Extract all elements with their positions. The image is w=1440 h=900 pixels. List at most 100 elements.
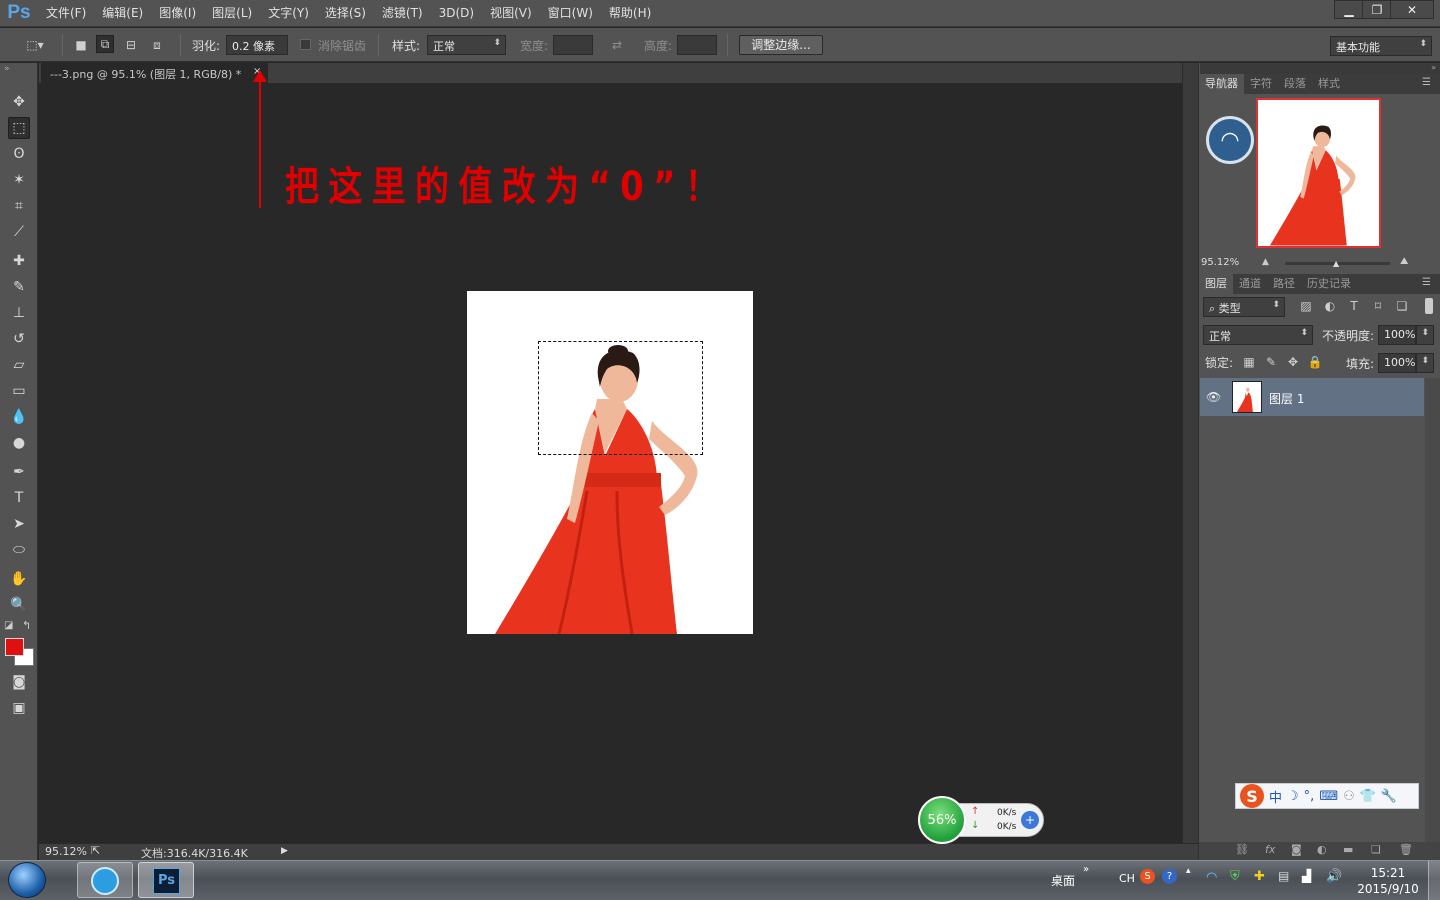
tray-expand-icon[interactable]: ▴: [1186, 866, 1191, 876]
visibility-eye-icon[interactable]: 👁: [1206, 390, 1221, 404]
ellipse-tool-icon[interactable]: ⬭: [8, 539, 30, 561]
foreground-color-swatch[interactable]: [5, 638, 24, 656]
new-group-icon[interactable]: ▬: [1343, 843, 1353, 856]
volume-icon[interactable]: 🔊: [1326, 869, 1342, 884]
menu-filter[interactable]: 滤镜(T): [374, 0, 431, 27]
filter-toggle[interactable]: [1425, 298, 1433, 314]
style-select[interactable]: 正常: [427, 35, 506, 55]
eraser-tool-icon[interactable]: ▱: [8, 354, 30, 376]
marquee-preset-icon[interactable]: ⬚▾: [22, 36, 48, 54]
menu-view[interactable]: 视图(V): [482, 0, 540, 27]
tray-app-icon[interactable]: ✚: [1254, 869, 1265, 884]
refine-edge-button[interactable]: 调整边缘...: [739, 35, 823, 55]
desktop-toolbar-label[interactable]: 桌面: [1051, 872, 1075, 889]
help-tray-icon[interactable]: ?: [1162, 869, 1177, 884]
taskbar-app-browser[interactable]: [77, 862, 133, 898]
filter-adjustment-icon[interactable]: ◐: [1321, 297, 1339, 315]
pen-tool-icon[interactable]: ✒: [8, 461, 30, 483]
fill-input[interactable]: 100%: [1378, 353, 1416, 373]
keyboard-icon[interactable]: ⌨: [1319, 789, 1338, 804]
navigator-thumbnail[interactable]: [1256, 98, 1381, 248]
blend-mode-select[interactable]: 正常: [1203, 325, 1313, 345]
tab-history[interactable]: 历史记录: [1301, 274, 1357, 294]
network-tray-icon[interactable]: ▤: [1278, 869, 1289, 883]
layer-row[interactable]: 👁 图层 1: [1200, 378, 1424, 416]
tab-layers[interactable]: 图层: [1199, 274, 1233, 294]
memory-ball[interactable]: 56%: [918, 796, 966, 844]
swap-dimensions-icon[interactable]: ⇄: [608, 36, 626, 54]
zoom-tool-icon[interactable]: 🔍: [8, 594, 30, 616]
magic-wand-tool-icon[interactable]: ✶: [8, 169, 30, 191]
filter-pixel-icon[interactable]: ▨: [1297, 297, 1315, 315]
close-icon[interactable]: ✕: [1390, 0, 1434, 19]
sogou-logo-icon[interactable]: S: [1240, 784, 1264, 808]
move-tool-icon[interactable]: ✥: [8, 91, 30, 113]
filter-type-icon[interactable]: T: [1345, 297, 1363, 315]
lock-position-icon[interactable]: ✥: [1284, 353, 1302, 371]
add-mask-icon[interactable]: ◙: [1291, 843, 1302, 856]
zoom-in-icon[interactable]: ⛰: [1400, 256, 1408, 267]
filter-smart-object-icon[interactable]: ❏: [1393, 297, 1411, 315]
zoom-status[interactable]: 95.12%: [45, 845, 87, 858]
fx-icon[interactable]: fx: [1265, 843, 1275, 856]
stamp-tool-icon[interactable]: ⊥: [8, 302, 30, 324]
layers-menu-icon[interactable]: ☰: [1422, 277, 1431, 288]
link-layers-icon[interactable]: ⛓: [1235, 843, 1249, 856]
ime-chinese-mode[interactable]: 中: [1269, 787, 1282, 806]
wifi-tray-icon[interactable]: ◠: [1206, 870, 1217, 885]
tab-paragraph[interactable]: 段落: [1278, 74, 1312, 94]
screen-mode-icon[interactable]: ▣: [8, 697, 30, 719]
sogou-tray-icon[interactable]: S: [1140, 869, 1155, 884]
document-tab[interactable]: ---3.png @ 95.1% (图层 1, RGB/8) *: [41, 63, 268, 83]
panel-menu-icon[interactable]: ☰: [1422, 77, 1431, 88]
new-selection-icon[interactable]: ■: [72, 36, 90, 54]
subtract-selection-icon[interactable]: ⊟: [122, 36, 140, 54]
taskbar-app-photoshop[interactable]: Ps: [138, 862, 194, 898]
height-input[interactable]: [677, 35, 717, 55]
filter-shape-icon[interactable]: ⌑: [1369, 297, 1387, 315]
selection-marquee[interactable]: [538, 341, 703, 455]
menu-3d[interactable]: 3D(D): [431, 0, 482, 27]
restore-icon[interactable]: ❐: [1362, 0, 1392, 19]
add-selection-icon[interactable]: ⧉: [96, 35, 114, 53]
dodge-tool-icon[interactable]: ●: [8, 432, 30, 454]
signal-tray-icon[interactable]: ▟: [1302, 869, 1311, 883]
opacity-dropdown[interactable]: [1416, 325, 1434, 345]
add-icon[interactable]: +: [1021, 811, 1039, 829]
collapse-icon[interactable]: »: [4, 64, 10, 74]
width-input[interactable]: [553, 35, 593, 55]
menu-select[interactable]: 选择(S): [317, 0, 374, 27]
lock-transparent-icon[interactable]: ▦: [1240, 353, 1258, 371]
menu-image[interactable]: 图像(I): [151, 0, 204, 27]
opacity-input[interactable]: 100%: [1378, 325, 1416, 345]
wifi-float-icon[interactable]: ◠: [1206, 116, 1254, 164]
menu-type[interactable]: 文字(Y): [260, 0, 317, 27]
zoom-slider-handle[interactable]: ▲: [1333, 259, 1339, 268]
status-menu-icon[interactable]: ▶: [281, 846, 288, 856]
canvas-scrollbar[interactable]: [1182, 63, 1198, 843]
eyedropper-tool-icon[interactable]: ⟋: [8, 221, 30, 243]
minimize-icon[interactable]: ▁: [1334, 0, 1364, 19]
ime-toolbar[interactable]: S 中 ☽ °, ⌨ ⚇ 👕 🔧: [1235, 783, 1419, 809]
hand-tool-icon[interactable]: ✋: [8, 568, 30, 590]
tab-channels[interactable]: 通道: [1233, 274, 1267, 294]
antialias-checkbox[interactable]: [300, 39, 311, 50]
feather-input[interactable]: 0.2 像素: [226, 35, 288, 55]
intersect-selection-icon[interactable]: ⧈: [148, 36, 166, 54]
panel-collapse-icon[interactable]: »: [1200, 63, 1440, 74]
gradient-tool-icon[interactable]: ▭: [8, 380, 30, 402]
toolbar-expand-icon[interactable]: »: [1083, 864, 1089, 875]
start-button[interactable]: [8, 862, 46, 898]
language-indicator[interactable]: CH: [1119, 872, 1135, 885]
workspace-select[interactable]: 基本功能: [1330, 36, 1432, 56]
menu-help[interactable]: 帮助(H): [601, 0, 659, 27]
lock-all-icon[interactable]: 🔒: [1306, 353, 1324, 371]
moon-icon[interactable]: ☽: [1287, 789, 1299, 804]
layer-filter-select[interactable]: ⌕ 类型: [1203, 297, 1285, 317]
security-shield-icon[interactable]: ⛨: [1230, 869, 1240, 884]
export-icon[interactable]: ⇱: [91, 844, 100, 857]
blur-tool-icon[interactable]: 💧: [8, 406, 30, 428]
default-colors-icon[interactable]: ◪: [4, 620, 13, 631]
menu-edit[interactable]: 编辑(E): [94, 0, 151, 27]
brush-tool-icon[interactable]: ✎: [8, 276, 30, 298]
